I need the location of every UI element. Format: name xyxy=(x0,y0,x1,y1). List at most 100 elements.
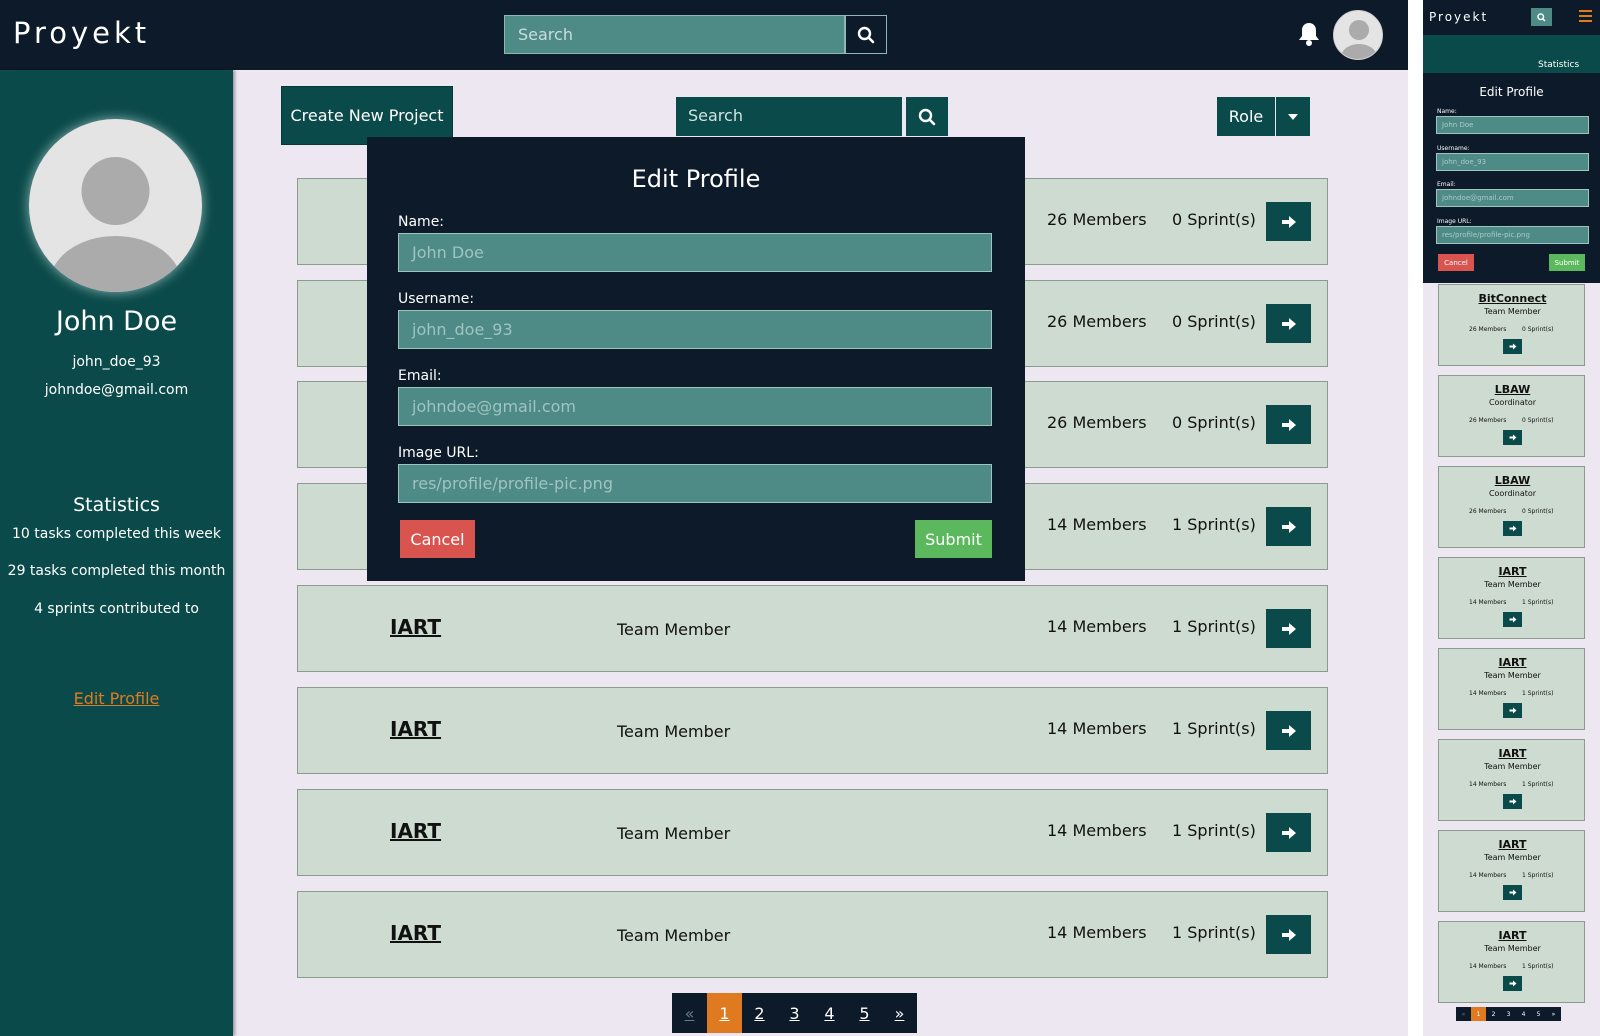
project-name-link[interactable]: IART xyxy=(390,615,441,639)
edit-profile-link[interactable]: Edit Profile xyxy=(0,689,233,708)
mobile-open-project-button[interactable] xyxy=(1503,794,1522,809)
page-button-3[interactable]: 3 xyxy=(777,993,812,1033)
role-dropdown-toggle[interactable] xyxy=(1276,97,1310,136)
mobile-project-sprints: 0 Sprint(s) xyxy=(1522,417,1554,424)
project-sprints: 0 Sprint(s) xyxy=(1172,413,1256,432)
project-search-button[interactable] xyxy=(906,97,948,136)
mobile-project-name-link[interactable]: IART xyxy=(1439,565,1586,578)
page-button-2[interactable]: 2 xyxy=(742,993,777,1033)
notifications-button[interactable] xyxy=(1297,21,1321,51)
mobile-open-project-button[interactable] xyxy=(1503,521,1522,536)
mobile-page-button-2[interactable]: 2 xyxy=(1486,1007,1501,1021)
mobile-project-card: IART Team Member 14 Members 1 Sprint(s) xyxy=(1438,921,1585,1003)
mobile-project-members: 26 Members xyxy=(1469,417,1507,424)
name-label: Name: xyxy=(398,214,445,230)
project-name-link[interactable]: IART xyxy=(390,819,441,843)
mobile-page-next-button[interactable]: » xyxy=(1546,1007,1561,1021)
project-sprints: 0 Sprint(s) xyxy=(1172,210,1256,229)
image-url-field[interactable]: res/profile/profile-pic.png xyxy=(398,464,992,503)
mobile-page-button-5[interactable]: 5 xyxy=(1531,1007,1546,1021)
username-field[interactable]: john_doe_93 xyxy=(398,310,992,349)
mobile-email-field[interactable]: johndoe@gmail.com xyxy=(1436,189,1589,207)
enter-icon xyxy=(1281,418,1296,431)
modal-title: Edit Profile xyxy=(631,165,761,193)
mobile-open-project-button[interactable] xyxy=(1503,339,1522,354)
app-logo[interactable]: Proyekt xyxy=(13,16,150,50)
mobile-project-members: 14 Members xyxy=(1469,599,1507,606)
mobile-open-project-button[interactable] xyxy=(1503,976,1522,991)
mobile-project-name-link[interactable]: LBAW xyxy=(1439,383,1586,396)
menu-icon[interactable] xyxy=(1579,10,1592,25)
mobile-username-field[interactable]: john_doe_93 xyxy=(1436,153,1589,171)
mobile-project-name-link[interactable]: LBAW xyxy=(1439,474,1586,487)
mobile-open-project-button[interactable] xyxy=(1503,703,1522,718)
profile-name: John Doe xyxy=(55,306,178,337)
mobile-project-role: Coordinator xyxy=(1488,489,1537,498)
mobile-edit-profile-modal: Edit Profile Name: John Doe Username: jo… xyxy=(1423,73,1600,283)
open-project-button[interactable] xyxy=(1266,405,1311,444)
mobile-project-members: 14 Members xyxy=(1469,963,1507,970)
submit-button[interactable]: Submit xyxy=(915,520,992,558)
mobile-page-button-4[interactable]: 4 xyxy=(1516,1007,1531,1021)
username-label: Username: xyxy=(398,291,475,307)
mobile-project-role: Team Member xyxy=(1484,671,1541,680)
enter-icon xyxy=(1509,798,1516,805)
desktop-view: Proyekt Search John Doe john_doe_93 john… xyxy=(0,0,1408,1036)
mobile-email-label: Email: xyxy=(1437,181,1456,188)
profile-email: johndoe@gmail.com xyxy=(44,382,189,398)
open-project-button[interactable] xyxy=(1266,915,1311,954)
mobile-project-card: IART Team Member 14 Members 1 Sprint(s) xyxy=(1438,830,1585,912)
mobile-open-project-button[interactable] xyxy=(1503,430,1522,445)
page-button-1[interactable]: 1 xyxy=(707,993,742,1033)
cancel-button[interactable]: Cancel xyxy=(400,520,475,558)
enter-icon xyxy=(1281,520,1296,533)
mobile-project-name-link[interactable]: IART xyxy=(1439,929,1586,942)
project-search-input[interactable]: Search xyxy=(676,97,902,136)
mobile-project-name-link[interactable]: IART xyxy=(1439,838,1586,851)
enter-icon xyxy=(1281,622,1296,635)
email-field[interactable]: johndoe@gmail.com xyxy=(398,387,992,426)
mobile-project-name-link[interactable]: IART xyxy=(1439,656,1586,669)
project-name-link[interactable]: IART xyxy=(390,921,441,945)
mobile-image-url-field[interactable]: res/profile/profile-pic.png xyxy=(1436,226,1589,244)
mobile-project-name-link[interactable]: IART xyxy=(1439,747,1586,760)
mobile-page-prev-button[interactable]: « xyxy=(1456,1007,1471,1021)
enter-icon xyxy=(1281,317,1296,330)
mobile-app-logo[interactable]: Proyekt xyxy=(1429,10,1488,24)
mobile-page-button-1[interactable]: 1 xyxy=(1471,1007,1486,1021)
user-avatar[interactable] xyxy=(1333,10,1383,60)
page-button-5[interactable]: 5 xyxy=(847,993,882,1033)
caret-down-icon xyxy=(1288,113,1298,120)
mobile-open-project-button[interactable] xyxy=(1503,612,1522,627)
project-row: IART Team Member 14 Members 1 Sprint(s) xyxy=(297,789,1328,876)
mobile-project-card: LBAW Coordinator 26 Members 0 Sprint(s) xyxy=(1438,466,1585,548)
mobile-project-role: Team Member xyxy=(1484,853,1541,862)
project-members: 26 Members xyxy=(1047,312,1147,331)
page-prev-button[interactable]: « xyxy=(672,993,707,1033)
role-filter-button[interactable]: Role xyxy=(1217,97,1275,136)
project-members: 26 Members xyxy=(1047,413,1147,432)
mobile-project-card: IART Team Member 14 Members 1 Sprint(s) xyxy=(1438,739,1585,821)
mobile-project-card: IART Team Member 14 Members 1 Sprint(s) xyxy=(1438,648,1585,730)
enter-icon xyxy=(1281,928,1296,941)
page-next-button[interactable]: » xyxy=(882,993,917,1033)
mobile-name-field[interactable]: John Doe xyxy=(1436,116,1589,134)
mobile-project-name-link[interactable]: BitConnect xyxy=(1439,292,1586,305)
open-project-button[interactable] xyxy=(1266,711,1311,750)
header-search-button[interactable] xyxy=(845,15,887,54)
mobile-search-button[interactable] xyxy=(1531,8,1552,26)
mobile-open-project-button[interactable] xyxy=(1503,885,1522,900)
open-project-button[interactable] xyxy=(1266,507,1311,546)
mobile-page-button-3[interactable]: 3 xyxy=(1501,1007,1516,1021)
project-members: 14 Members xyxy=(1047,719,1147,738)
project-name-link[interactable]: IART xyxy=(390,717,441,741)
name-field[interactable]: John Doe xyxy=(398,233,992,272)
open-project-button[interactable] xyxy=(1266,813,1311,852)
open-project-button[interactable] xyxy=(1266,609,1311,648)
page-button-4[interactable]: 4 xyxy=(812,993,847,1033)
open-project-button[interactable] xyxy=(1266,202,1311,241)
header-search-input[interactable]: Search xyxy=(504,15,845,54)
mobile-cancel-button[interactable]: Cancel xyxy=(1438,254,1474,271)
open-project-button[interactable] xyxy=(1266,304,1311,343)
mobile-submit-button[interactable]: Submit xyxy=(1549,254,1585,271)
